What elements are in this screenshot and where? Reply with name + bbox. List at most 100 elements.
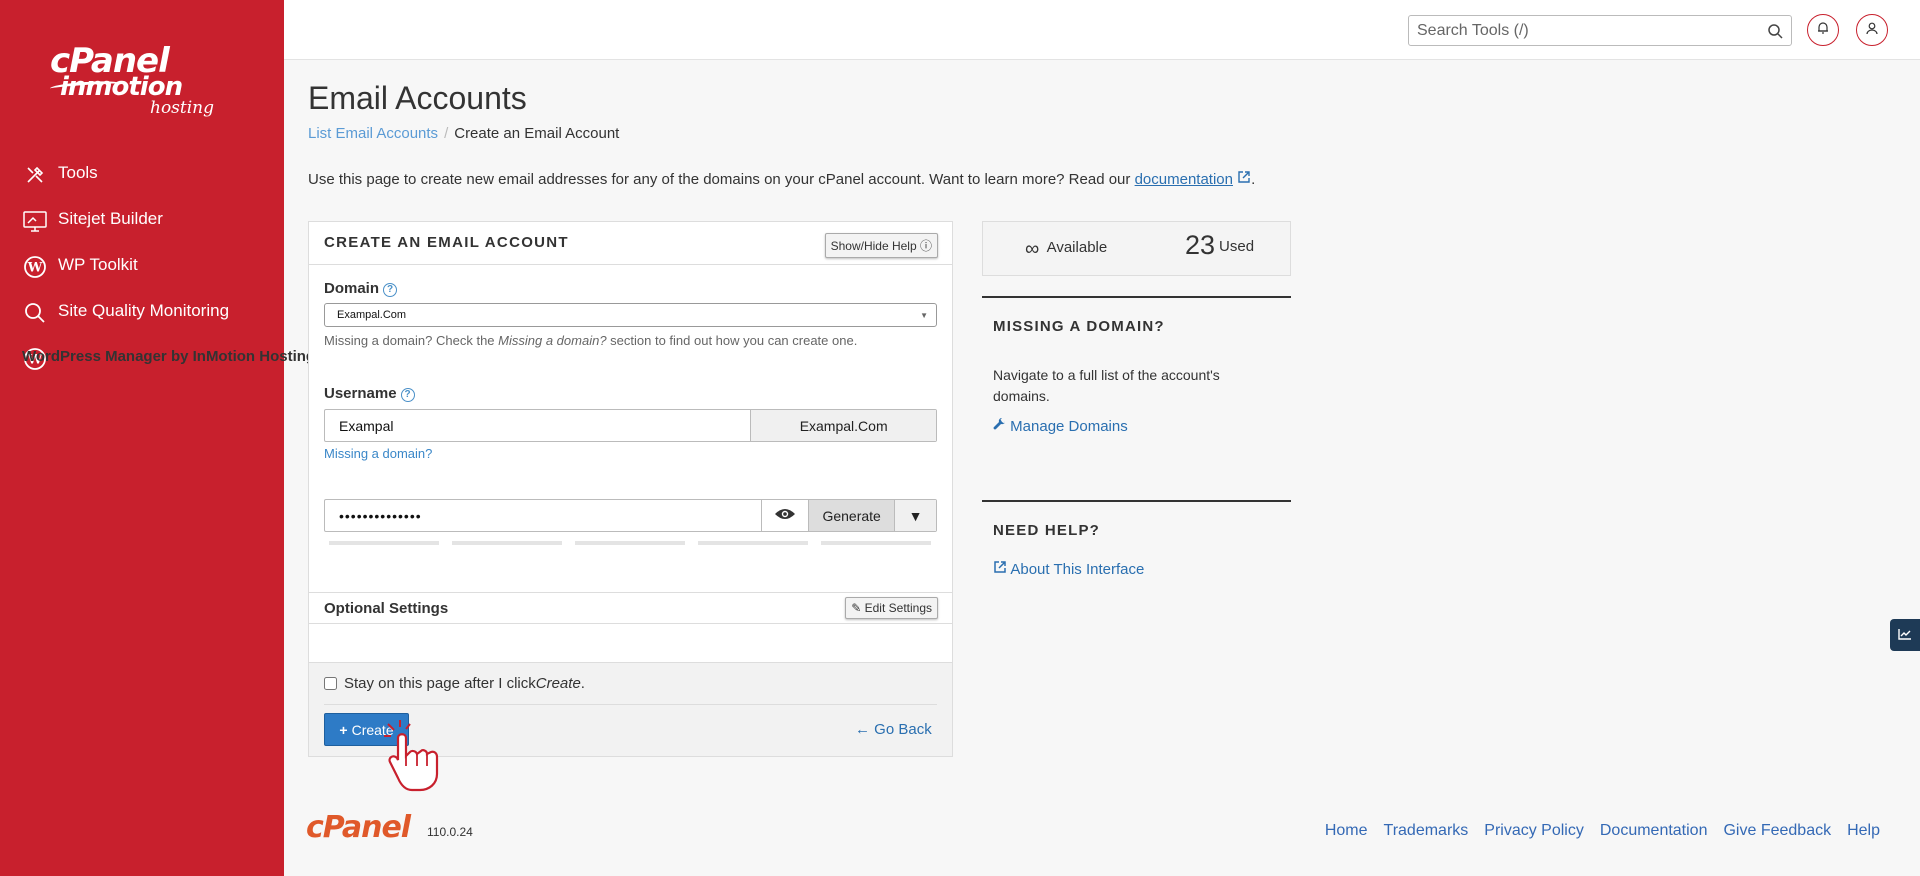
user-icon bbox=[1865, 21, 1879, 39]
footer-cpanel-logo[interactable]: cPanel bbox=[306, 810, 411, 845]
generate-options-dropdown[interactable]: ▼ bbox=[894, 500, 937, 531]
sidebar-item-label: Sitejet Builder bbox=[58, 209, 163, 228]
generate-password-button[interactable]: Generate bbox=[808, 500, 895, 531]
cpanel-inmotion-logo[interactable]: cPanel inmotion hosting bbox=[49, 44, 230, 124]
need-help-title: NEED HELP? bbox=[993, 522, 1101, 539]
toggle-password-visibility[interactable] bbox=[761, 500, 809, 531]
manage-domains-label: Manage Domains bbox=[1010, 418, 1128, 435]
page-title: Email Accounts bbox=[308, 80, 527, 116]
pencil-icon: ✎ bbox=[851, 601, 862, 615]
username-group: Exampal.Com bbox=[324, 409, 937, 442]
strength-segment bbox=[329, 541, 439, 545]
external-link-icon bbox=[993, 561, 1007, 578]
used-count: 23 bbox=[1185, 230, 1216, 260]
caret-down-icon: ▼ bbox=[920, 311, 928, 320]
footer-link-home[interactable]: Home bbox=[1325, 822, 1368, 840]
sidebar: cPanel inmotion hosting Tools Sitejet Bu… bbox=[0, 0, 315, 876]
plus-icon: + bbox=[339, 721, 348, 738]
go-back-link[interactable]: ← Go Back bbox=[855, 721, 932, 738]
sidebar-item-wp-toolkit[interactable]: W WP Toolkit bbox=[0, 254, 284, 300]
help-icon[interactable]: ? bbox=[400, 388, 415, 402]
stay-label-pre: Stay on this page after I click bbox=[344, 675, 536, 692]
search-box bbox=[1408, 15, 1792, 46]
notifications-button[interactable] bbox=[1807, 14, 1839, 46]
wordpress-icon: W bbox=[22, 254, 48, 280]
arrow-left-icon: ← bbox=[855, 721, 870, 738]
chart-line-icon bbox=[1898, 627, 1912, 644]
domain-hint-post: section to find out how you can create o… bbox=[606, 333, 858, 348]
show-hide-help-button[interactable]: Show/Hide Help ⓘ bbox=[824, 233, 938, 258]
optional-settings-bar: Optional Settings ✎ Edit Settings bbox=[309, 592, 952, 624]
infinity-symbol: ∞ bbox=[1025, 238, 1040, 260]
bell-icon bbox=[1816, 21, 1830, 39]
password-group: Generate ▼ bbox=[324, 499, 937, 532]
email-stats: ∞ Available 23 Used bbox=[982, 221, 1291, 276]
domain-select-value: Exampal.Com bbox=[337, 309, 407, 321]
domain-select[interactable]: Exampal.Com ▼ bbox=[324, 303, 937, 327]
available-stat: ∞ Available bbox=[1025, 238, 1107, 261]
documentation-link[interactable]: documentation bbox=[1135, 171, 1233, 188]
stay-on-page-row: Stay on this page after I click Create. bbox=[324, 675, 585, 692]
missing-domain-link[interactable]: Missing a domain? bbox=[324, 446, 432, 461]
svg-text:W: W bbox=[27, 261, 43, 276]
wrench-icon bbox=[993, 417, 1006, 435]
sidebar-item-label: WordPress Manager by InMotion Hosting bbox=[22, 348, 316, 365]
breadcrumb-separator: / bbox=[444, 125, 449, 142]
strength-segment bbox=[452, 541, 562, 545]
used-label: Used bbox=[1219, 238, 1255, 255]
sidebar-nav: Tools Sitejet Builder W WP Toolkit Site … bbox=[0, 162, 315, 426]
search-icon[interactable] bbox=[1767, 23, 1783, 39]
sidebar-item-sitejet[interactable]: Sitejet Builder bbox=[0, 208, 284, 254]
sidebar-item-tools[interactable]: Tools bbox=[0, 162, 284, 208]
breadcrumb-list-email-accounts[interactable]: List Email Accounts bbox=[308, 125, 438, 142]
sidebar-item-label: WP Toolkit bbox=[58, 255, 138, 274]
domain-label: Domain? bbox=[324, 280, 398, 297]
strength-segment bbox=[575, 541, 685, 545]
footer-link-help[interactable]: Help bbox=[1847, 822, 1880, 840]
edit-settings-button[interactable]: ✎ Edit Settings bbox=[845, 597, 938, 619]
footer-link-privacy[interactable]: Privacy Policy bbox=[1484, 822, 1584, 840]
available-label: Available bbox=[1046, 239, 1108, 256]
footer-link-documentation[interactable]: Documentation bbox=[1600, 822, 1708, 840]
question-circle-icon: ⓘ bbox=[919, 239, 932, 253]
domain-label-text: Domain bbox=[324, 280, 380, 297]
stay-on-page-checkbox[interactable] bbox=[324, 677, 337, 690]
version-number: 110.0.24 bbox=[427, 825, 473, 839]
sidebar-item-site-quality[interactable]: Site Quality Monitoring bbox=[0, 300, 284, 346]
logo-partner-sub: hosting bbox=[150, 98, 215, 118]
show-hide-help-label: Show/Hide Help bbox=[830, 239, 917, 253]
stay-label-em: Create bbox=[535, 675, 581, 692]
breadcrumb: List Email Accounts / Create an Email Acco… bbox=[308, 125, 619, 142]
eye-icon bbox=[774, 507, 796, 524]
manage-domains-link[interactable]: Manage Domains bbox=[993, 417, 1128, 435]
search-magnify-icon bbox=[22, 300, 48, 326]
footer-link-trademarks[interactable]: Trademarks bbox=[1384, 822, 1469, 840]
panel-header: CREATE AN EMAIL ACCOUNT Show/Hide Help ⓘ bbox=[309, 222, 952, 265]
stats-side-tab[interactable] bbox=[1890, 619, 1920, 651]
about-interface-link[interactable]: About This Interface bbox=[993, 560, 1144, 578]
username-label: Username? bbox=[324, 385, 415, 402]
username-label-text: Username bbox=[324, 385, 397, 402]
missing-domain-text: Navigate to a full list of the account's… bbox=[993, 367, 1220, 404]
footer-links: Home Trademarks Privacy Policy Documenta… bbox=[1325, 822, 1880, 840]
pointer-hand-cursor-icon bbox=[382, 718, 446, 794]
search-input[interactable] bbox=[1409, 16, 1749, 45]
strength-segment bbox=[698, 541, 808, 545]
intro-text: Use this page to create new email addres… bbox=[308, 170, 1255, 188]
about-interface-label: About This Interface bbox=[1010, 561, 1145, 578]
intro-end: . bbox=[1251, 171, 1256, 188]
edit-settings-label: Edit Settings bbox=[864, 601, 932, 615]
help-icon[interactable]: ? bbox=[383, 283, 398, 297]
missing-domain-title: MISSING A DOMAIN? bbox=[993, 318, 1165, 335]
domain-hint-em: Missing a domain? bbox=[498, 333, 607, 348]
missing-domain-section: MISSING A DOMAIN? Navigate to a full lis… bbox=[982, 296, 1291, 446]
password-input[interactable] bbox=[325, 500, 762, 531]
user-menu-button[interactable] bbox=[1856, 14, 1888, 46]
sidebar-item-label: Tools bbox=[58, 163, 98, 182]
footer-link-feedback[interactable]: Give Feedback bbox=[1723, 822, 1831, 840]
breadcrumb-current: Create an Email Account bbox=[454, 125, 620, 142]
sidebar-item-wordpress-manager[interactable]: W WordPress Manager by InMotion Hosting bbox=[0, 346, 315, 426]
username-input[interactable] bbox=[325, 410, 751, 441]
domain-hint: Missing a domain? Check the Missing a do… bbox=[324, 333, 857, 348]
tools-icon bbox=[22, 162, 48, 188]
